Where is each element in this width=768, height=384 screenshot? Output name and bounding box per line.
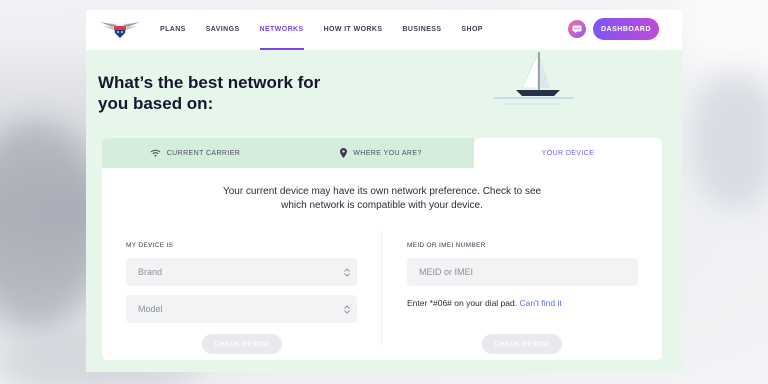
nav-item-networks[interactable]: NETWORKS [259, 10, 304, 50]
device-check-panel: Your current device may have its own net… [102, 168, 662, 360]
select-chevrons-icon [344, 302, 350, 316]
imei-label: MEID OR IMEI NUMBER [407, 242, 486, 249]
intro-line-2: which network is compatible with your de… [281, 200, 483, 211]
tab-label: YOUR DEVICE [541, 149, 595, 157]
location-pin-icon [340, 148, 348, 158]
chat-bubble-icon [572, 25, 582, 33]
brand-select[interactable]: Brand [126, 258, 357, 286]
cant-find-it-link[interactable]: Can't find it [519, 298, 561, 308]
background-blur [680, 0, 768, 80]
dashboard-button[interactable]: DASHBOARD [593, 18, 659, 40]
tab-where-you-are[interactable]: WHERE YOU ARE? [288, 138, 474, 168]
imei-hint: Enter *#06# on your dial pad. Can't find… [407, 298, 562, 308]
brand-logo[interactable] [98, 18, 142, 40]
page-frame: PLANS SAVINGS NETWORKS HOW IT WORKS BUSI… [86, 10, 682, 372]
sailboat-illustration [490, 50, 580, 112]
background-blur [690, 70, 768, 210]
tab-your-device[interactable]: YOUR DEVICE [474, 138, 662, 168]
check-imei-button[interactable]: CHECK DEVICE [482, 334, 562, 354]
column-divider [381, 230, 382, 346]
intro-line-1: Your current device may have its own net… [222, 186, 542, 197]
headline-line-2: you based on: [98, 94, 214, 113]
hint-text: Enter *#06# on your dial pad. [407, 298, 518, 308]
tab-label: CURRENT CARRIER [166, 149, 241, 157]
nav-menu: PLANS SAVINGS NETWORKS HOW IT WORKS BUSI… [160, 10, 503, 50]
top-nav: PLANS SAVINGS NETWORKS HOW IT WORKS BUSI… [86, 10, 682, 50]
tab-current-carrier[interactable]: CURRENT CARRIER [102, 138, 288, 168]
model-select[interactable]: Model [126, 295, 357, 323]
device-intro-text: Your current device may have its own net… [162, 185, 602, 213]
my-device-label: MY DEVICE IS [126, 242, 174, 249]
network-criteria-tabs: CURRENT CARRIER WHERE YOU ARE? YOUR DEVI… [102, 138, 662, 168]
nav-item-savings[interactable]: SAVINGS [206, 10, 240, 50]
check-device-button[interactable]: CHECK DEVICE [202, 334, 282, 354]
nav-item-business[interactable]: BUSINESS [402, 10, 441, 50]
model-placeholder: Model [138, 304, 163, 314]
headline-line-1: What’s the best network for [98, 73, 321, 92]
nav-item-how-it-works[interactable]: HOW IT WORKS [324, 10, 383, 50]
nav-item-plans[interactable]: PLANS [160, 10, 186, 50]
wifi-icon [150, 149, 161, 157]
page-title: What’s the best network for you based on… [98, 72, 398, 114]
imei-input[interactable]: MEID or IMEI [407, 258, 638, 286]
background-blur [0, 120, 100, 330]
chat-button[interactable] [568, 20, 586, 38]
imei-placeholder: MEID or IMEI [419, 267, 474, 277]
tab-label: WHERE YOU ARE? [353, 149, 422, 157]
nav-item-shop[interactable]: SHOP [461, 10, 482, 50]
select-chevrons-icon [344, 265, 350, 279]
brand-placeholder: Brand [138, 267, 163, 277]
